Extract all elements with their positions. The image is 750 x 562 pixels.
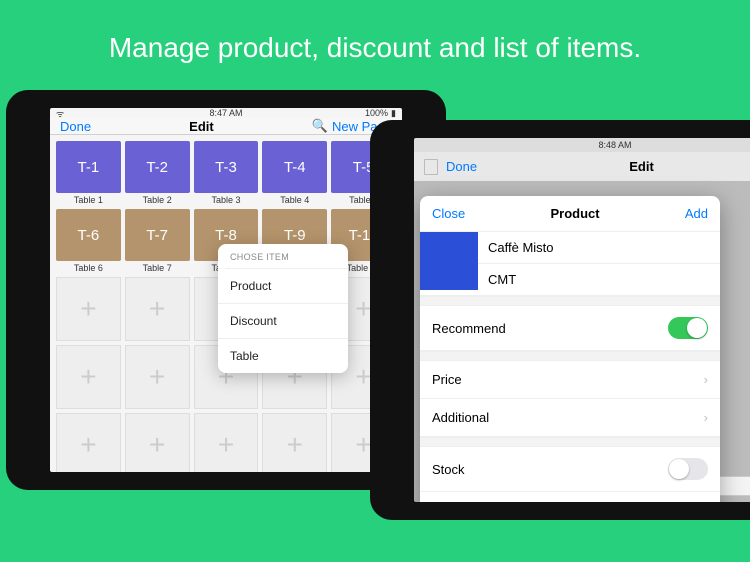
status-bar: ᯤ 8:47 AM 100%▮ xyxy=(50,108,402,118)
empty-slot[interactable]: + xyxy=(125,413,190,472)
recommend-label: Recommend xyxy=(432,321,506,336)
table-tile[interactable]: T-3Table 3 xyxy=(194,141,259,205)
add-button[interactable]: Add xyxy=(685,206,708,221)
price-row[interactable]: Price › xyxy=(420,361,720,399)
empty-slot[interactable]: + xyxy=(125,345,190,409)
product-name-field[interactable]: Caffè Misto xyxy=(478,232,720,264)
edit-navbar: Done Edit 🔍 New Page xyxy=(50,118,402,135)
product-color-swatch[interactable] xyxy=(420,232,478,290)
document-icon xyxy=(424,159,438,175)
choose-item-popover: CHOSE ITEM Product Discount Table xyxy=(218,244,348,373)
popover-item-product[interactable]: Product xyxy=(218,268,348,303)
empty-slot[interactable]: + xyxy=(56,345,121,409)
popover-item-discount[interactable]: Discount xyxy=(218,303,348,338)
empty-slot[interactable]: + xyxy=(56,277,121,341)
popover-item-table[interactable]: Table xyxy=(218,338,348,373)
stock-label: Stock xyxy=(432,462,465,477)
chevron-right-icon: › xyxy=(704,410,708,425)
done-button[interactable]: Done xyxy=(446,159,477,174)
empty-slot[interactable]: + xyxy=(56,413,121,472)
table-tile[interactable]: T-7Table 7 xyxy=(125,209,190,273)
page-title: Edit xyxy=(629,159,654,174)
empty-slot[interactable]: + xyxy=(194,413,259,472)
sheet-title: Product xyxy=(550,206,599,221)
popover-header: CHOSE ITEM xyxy=(218,244,348,268)
battery-icon: ▮ xyxy=(391,108,396,119)
wifi-icon: ᯤ xyxy=(56,108,64,120)
product-sheet: Close Product Add Caffè Misto CMT Recomm… xyxy=(420,196,720,502)
additional-row[interactable]: Additional › xyxy=(420,399,720,437)
device-right: 8:48 AM Done Edit CPappucc MCcha Fra CCa… xyxy=(370,120,750,520)
battery-label: 100% xyxy=(365,108,388,118)
barcode-row[interactable]: Bar Code › xyxy=(420,492,720,502)
marketing-headline: Manage product, discount and list of ite… xyxy=(0,0,750,64)
chevron-right-icon: › xyxy=(704,372,708,387)
edit-navbar: Done Edit xyxy=(414,152,750,182)
discount-chip[interactable]: Birthd xyxy=(717,476,750,496)
close-button[interactable]: Close xyxy=(432,206,465,221)
search-icon: 🔍 xyxy=(312,118,328,134)
stock-toggle[interactable] xyxy=(668,458,708,480)
page-title: Edit xyxy=(189,119,214,134)
table-tile[interactable]: T-2Table 2 xyxy=(125,141,190,205)
empty-slot[interactable]: + xyxy=(262,413,327,472)
table-tile[interactable]: T-6Table 6 xyxy=(56,209,121,273)
recommend-toggle[interactable] xyxy=(668,317,708,339)
product-code-field[interactable]: CMT xyxy=(478,264,720,295)
done-button[interactable]: Done xyxy=(60,119,91,134)
table-tile[interactable]: T-4Table 4 xyxy=(262,141,327,205)
table-tile[interactable]: T-1Table 1 xyxy=(56,141,121,205)
status-bar: 8:48 AM xyxy=(414,138,750,152)
status-time: 8:48 AM xyxy=(598,140,631,150)
empty-slot[interactable]: + xyxy=(125,277,190,341)
status-time: 8:47 AM xyxy=(209,108,242,118)
